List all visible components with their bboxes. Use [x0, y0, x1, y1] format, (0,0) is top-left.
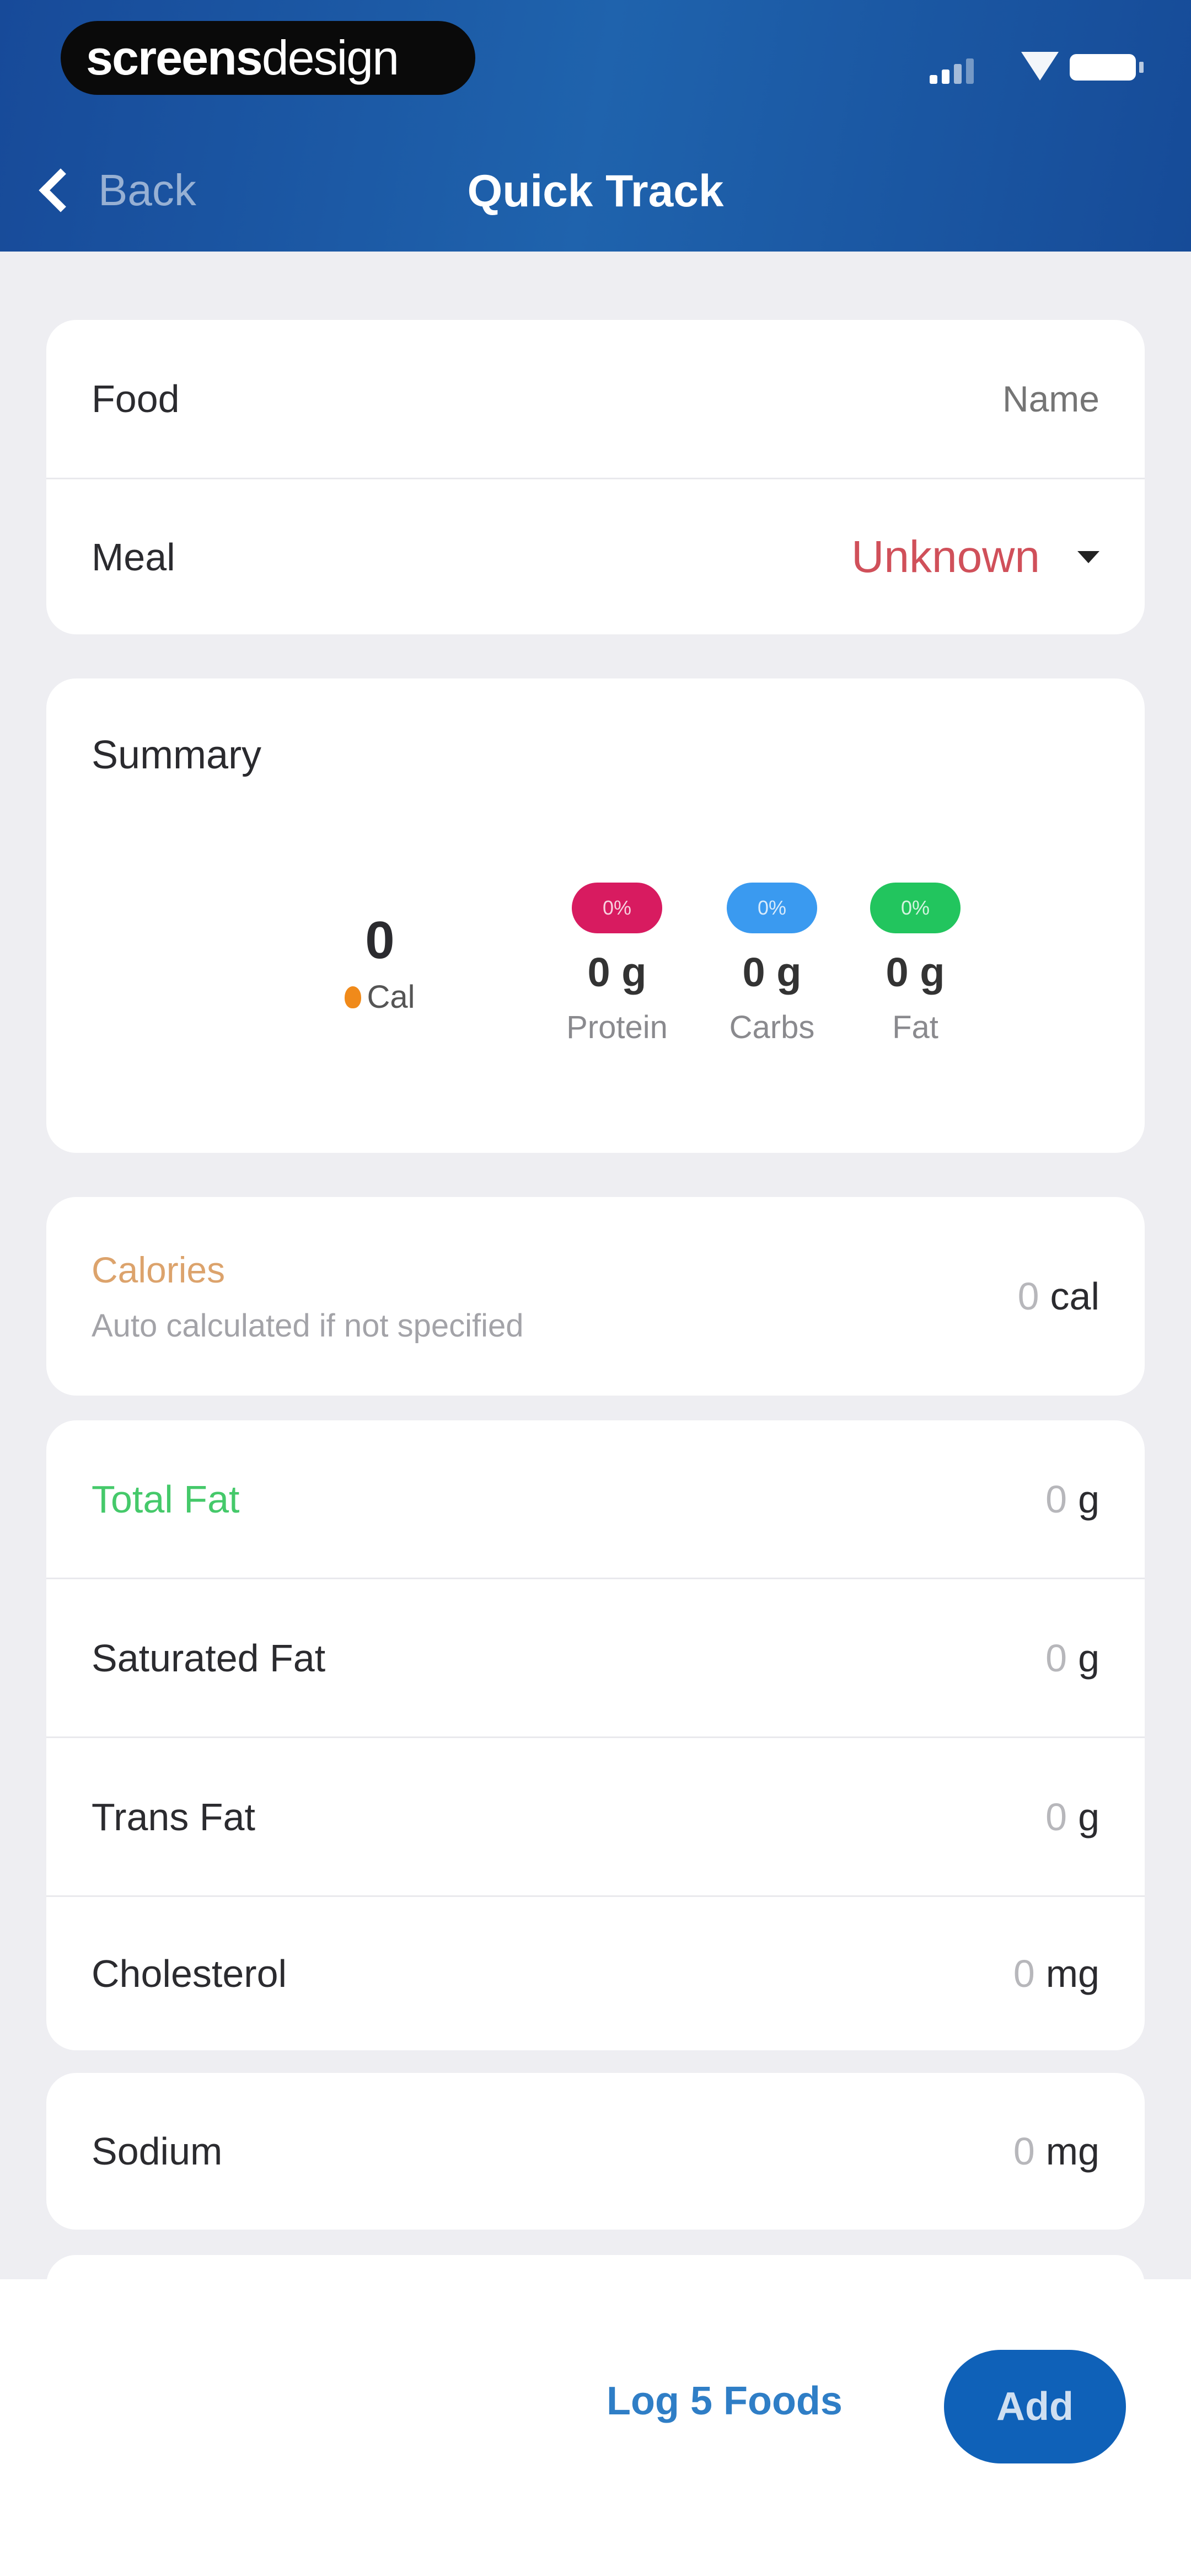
- food-meal-card: Food Meal Unknown: [46, 320, 1145, 634]
- add-button[interactable]: Add: [944, 2350, 1126, 2463]
- calories-row[interactable]: Calories Auto calculated if not specifie…: [46, 1197, 1145, 1396]
- saturated-fat-value: 0: [1045, 1636, 1067, 1680]
- total-fat-row[interactable]: Total Fat 0g: [46, 1420, 1145, 1578]
- carbs-value: 0 g: [742, 949, 802, 995]
- battery-tip: [1139, 62, 1144, 73]
- calories-field[interactable]: 0 cal: [1018, 1274, 1099, 1318]
- macro-protein: 0% 0 g Protein: [548, 883, 686, 1046]
- food-name-input[interactable]: [713, 378, 1099, 420]
- macro-carbs: 0% 0 g Carbs: [703, 883, 841, 1046]
- protein-label: Protein: [566, 1009, 668, 1045]
- page-title: Quick Track: [467, 166, 724, 216]
- calories-subtitle: Auto calculated if not specified: [92, 1307, 524, 1344]
- battery-icon: [1070, 54, 1136, 81]
- calories-title: Calories: [92, 1249, 226, 1290]
- calories-total: 0: [365, 911, 395, 970]
- cholesterol-label: Cholesterol: [92, 1952, 287, 1995]
- trans-fat-label: Trans Fat: [92, 1795, 255, 1839]
- calories-value: 0: [1017, 1275, 1039, 1318]
- protein-value: 0 g: [587, 949, 647, 995]
- saturated-fat-row[interactable]: Saturated Fat 0g: [46, 1579, 1145, 1736]
- log-foods-link[interactable]: Log 5 Foods: [607, 2379, 843, 2424]
- sodium-value: 0: [1013, 2130, 1035, 2173]
- fat-label: Fat: [892, 1009, 938, 1045]
- saturated-fat-label: Saturated Fat: [92, 1636, 326, 1680]
- nutrients-card: Total Fat 0g Saturated Fat 0g Trans Fat …: [46, 1420, 1145, 2050]
- meal-value: Unknown: [851, 531, 1040, 582]
- sodium-unit: mg: [1045, 2130, 1099, 2173]
- total-fat-value: 0: [1045, 1477, 1067, 1521]
- logo-bold-text: screens: [86, 30, 263, 85]
- screensdesign-logo: screensdesign: [61, 21, 475, 95]
- calories-unit-label: Cal: [305, 979, 454, 1016]
- status-icons: [860, 44, 1191, 94]
- total-fat-label: Total Fat: [92, 1477, 240, 1521]
- sodium-row[interactable]: Sodium 0 mg: [46, 2073, 1145, 2230]
- flame-icon: [345, 986, 362, 1008]
- saturated-fat-unit: g: [1078, 1636, 1099, 1680]
- food-label: Food: [92, 377, 180, 420]
- meal-row[interactable]: Meal Unknown: [46, 479, 1145, 634]
- total-fat-unit: g: [1078, 1477, 1099, 1521]
- calories-unit: Cal: [367, 979, 415, 1015]
- trans-fat-unit: g: [1078, 1795, 1099, 1839]
- calories-summary: 0 Cal: [305, 910, 454, 1016]
- trans-fat-value: 0: [1045, 1795, 1067, 1839]
- carbs-percent-badge: 0%: [727, 883, 817, 933]
- fat-value: 0 g: [886, 949, 945, 995]
- caret-down-icon: [1077, 551, 1099, 563]
- cholesterol-unit: mg: [1045, 1952, 1099, 1995]
- total-fat-field[interactable]: 0g: [1045, 1477, 1099, 1521]
- sodium-field[interactable]: 0 mg: [1013, 2129, 1099, 2173]
- protein-percent-badge: 0%: [572, 883, 662, 933]
- fat-percent-badge: 0%: [870, 883, 961, 933]
- food-row[interactable]: Food: [46, 320, 1145, 478]
- wifi-icon: [1021, 52, 1059, 81]
- cholesterol-row[interactable]: Cholesterol 0 mg: [46, 1897, 1145, 2050]
- logo-light-text: design: [261, 30, 399, 85]
- meal-select[interactable]: Unknown: [851, 531, 1099, 583]
- summary-title: Summary: [92, 733, 262, 777]
- trans-fat-field[interactable]: 0g: [1045, 1795, 1099, 1839]
- sodium-label: Sodium: [92, 2130, 223, 2173]
- sodium-card: Sodium 0 mg: [46, 2073, 1145, 2230]
- calories-card[interactable]: Calories Auto calculated if not specifie…: [46, 1197, 1145, 1396]
- cholesterol-field[interactable]: 0 mg: [1013, 1952, 1099, 1996]
- calories-text: Calories Auto calculated if not specifie…: [92, 1249, 523, 1344]
- calories-unit-suffix: cal: [1050, 1275, 1099, 1318]
- carbs-label: Carbs: [729, 1009, 815, 1045]
- saturated-fat-field[interactable]: 0g: [1045, 1636, 1099, 1680]
- meal-label: Meal: [92, 535, 175, 579]
- trans-fat-row[interactable]: Trans Fat 0g: [46, 1738, 1145, 1895]
- bottom-action-bar: Log 5 Foods Add: [0, 2279, 1191, 2576]
- cholesterol-value: 0: [1013, 1952, 1035, 1995]
- macro-fat: 0% 0 g Fat: [846, 883, 984, 1046]
- summary-card: Summary 0 Cal 0% 0 g Protein 0% 0 g Carb…: [46, 678, 1145, 1153]
- header: screensdesign Back Quick Track: [0, 0, 1191, 252]
